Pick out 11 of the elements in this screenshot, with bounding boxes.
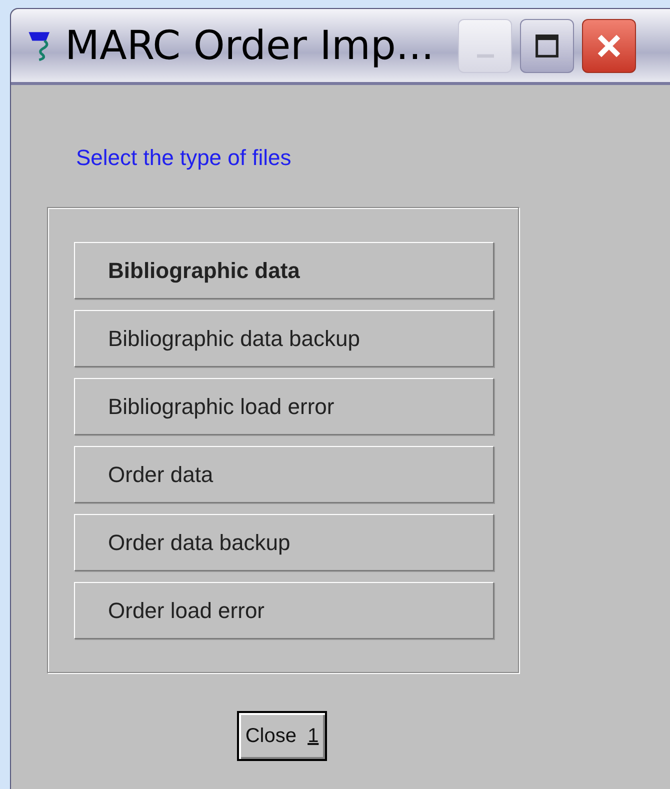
file-type-button[interactable]: Order data backup	[74, 514, 494, 571]
file-type-button[interactable]: Order data	[74, 446, 494, 503]
file-type-button[interactable]: Order load error	[74, 582, 494, 639]
file-type-button[interactable]: Bibliographic data	[74, 242, 494, 299]
file-type-button[interactable]: Bibliographic data backup	[74, 310, 494, 367]
close-dialog-button[interactable]: Close 1	[237, 711, 327, 761]
prompt-text: Select the type of files	[76, 145, 292, 171]
close-button[interactable]	[582, 18, 636, 72]
window-title: MARC Order Imp...	[65, 22, 434, 68]
file-type-button[interactable]: Bibliographic load error	[74, 378, 494, 435]
maximize-button[interactable]	[520, 18, 574, 72]
